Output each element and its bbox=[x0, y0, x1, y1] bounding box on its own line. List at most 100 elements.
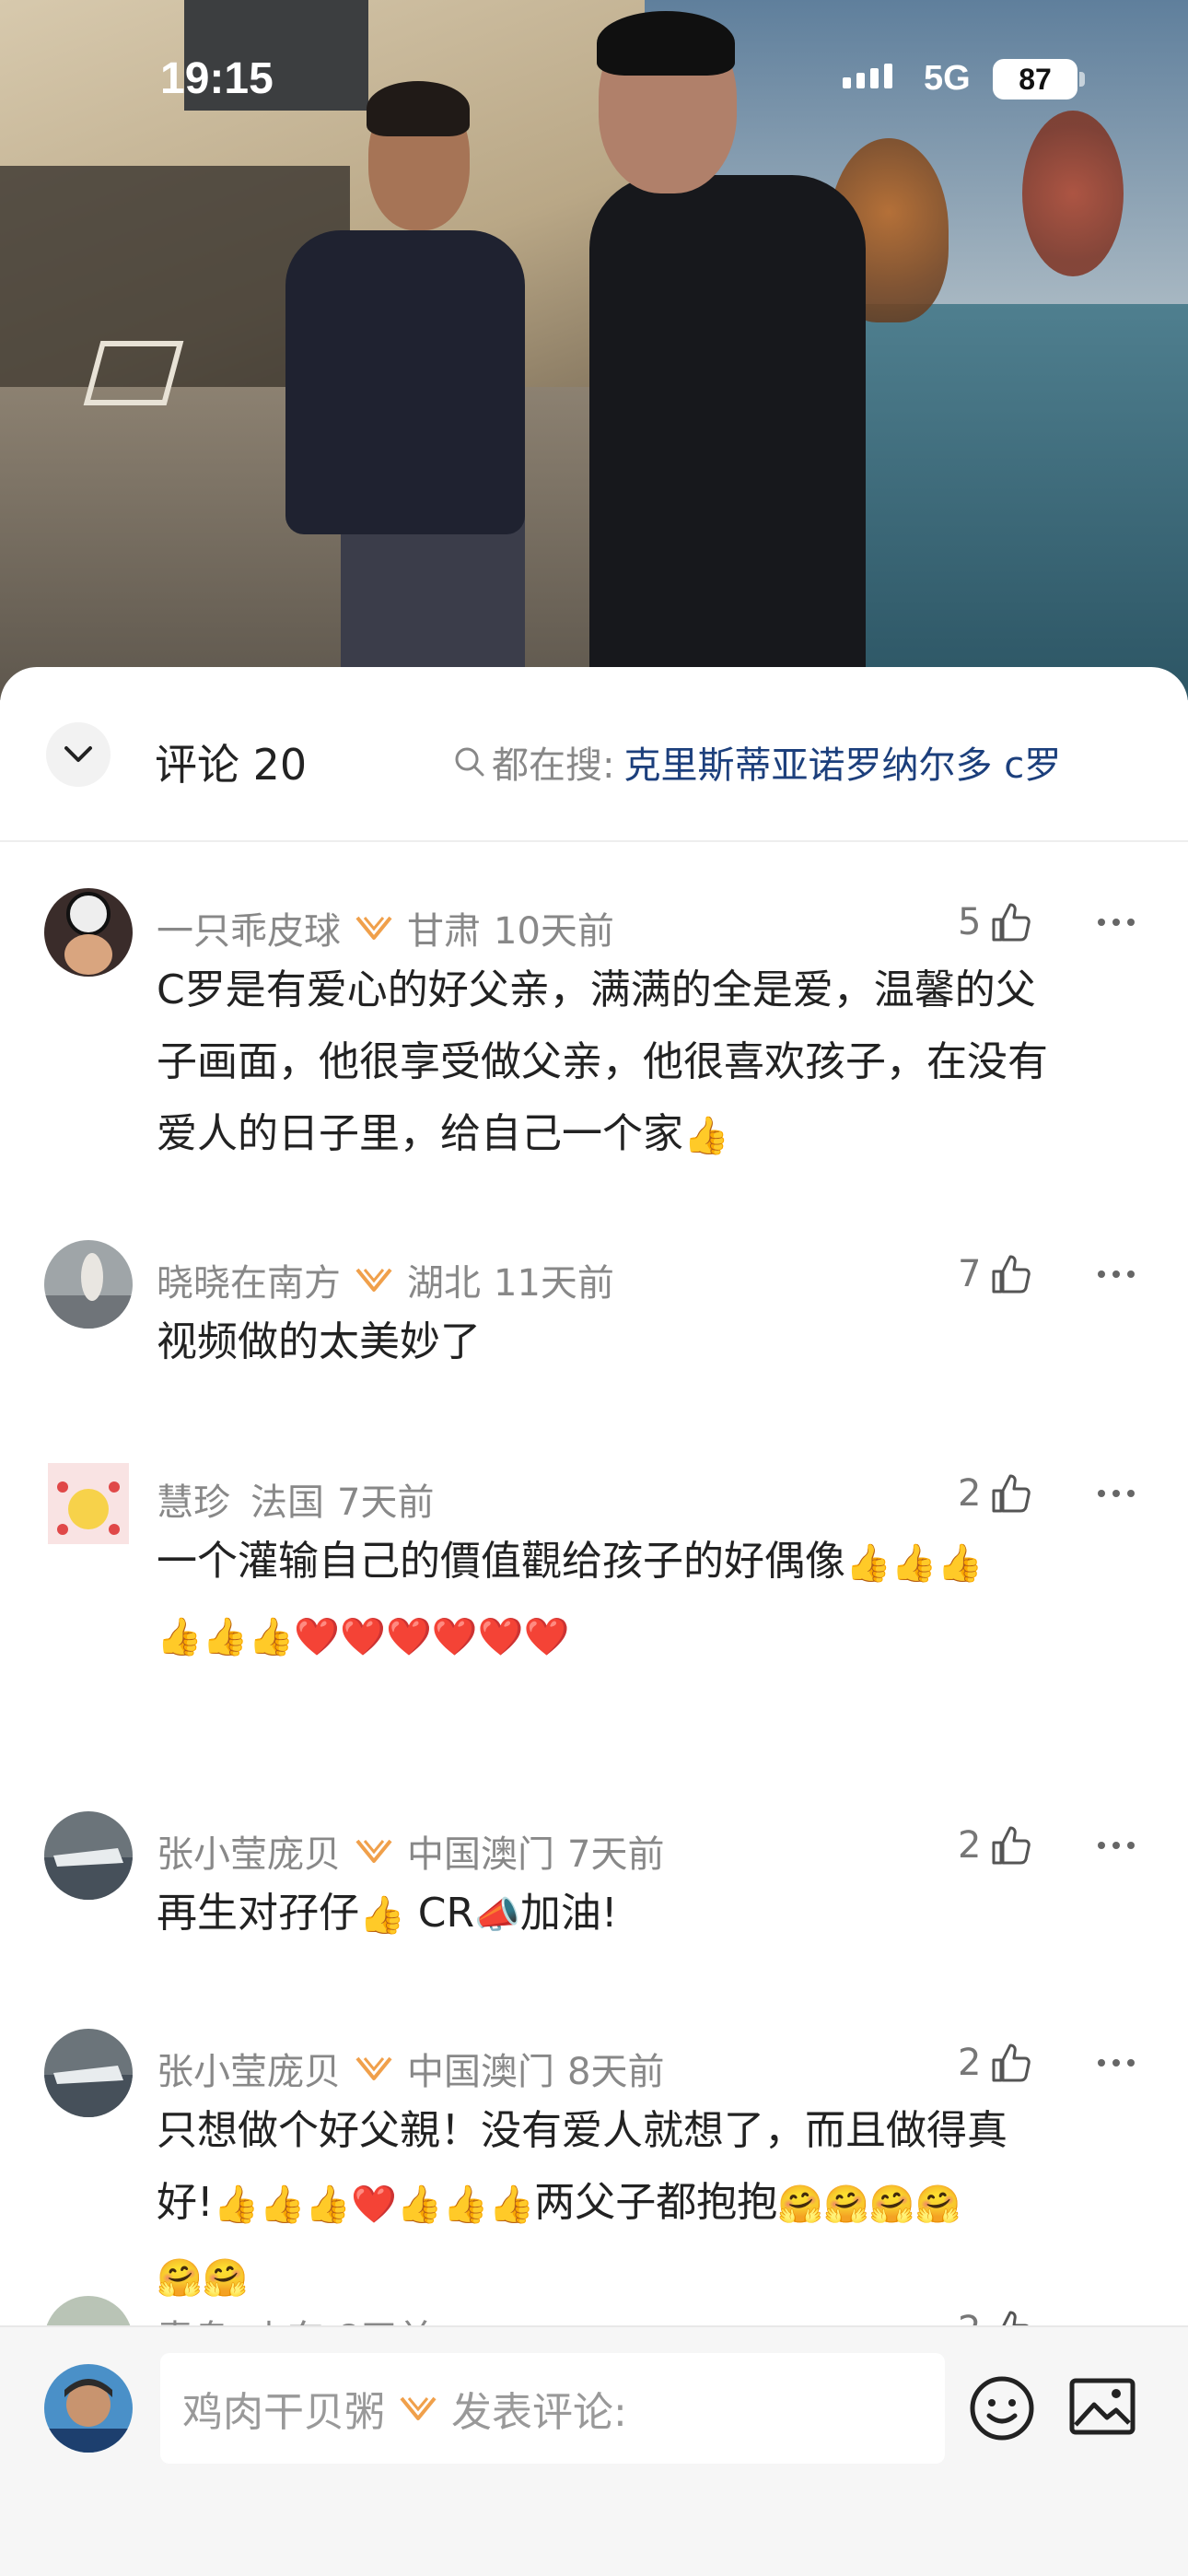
avatar[interactable] bbox=[44, 888, 133, 977]
comment-time: 8天前 bbox=[567, 2051, 665, 2093]
more-icon bbox=[1098, 1490, 1135, 1497]
comment-username[interactable]: 慧珍 bbox=[157, 1472, 230, 1526]
avatar[interactable] bbox=[44, 2029, 133, 2117]
more-button[interactable] bbox=[1096, 914, 1136, 931]
like-button[interactable]: 2 bbox=[958, 1472, 1032, 1515]
comment-location: 法国 bbox=[250, 1481, 324, 1524]
more-icon bbox=[1098, 2059, 1135, 2067]
more-icon bbox=[1098, 919, 1135, 926]
my-avatar[interactable] bbox=[44, 2364, 133, 2453]
video-person-left bbox=[285, 230, 525, 534]
comment-time: 7天前 bbox=[567, 1833, 665, 1876]
comment-text-line: C罗是有爱心的好父亲，满满的全是爱，温馨的父 bbox=[157, 966, 1036, 1013]
more-icon bbox=[1098, 1270, 1135, 1278]
comment-meta: 张小莹庞贝 中国澳门 8天前 bbox=[157, 2042, 664, 2095]
comment-username[interactable]: 一只乖皮球 bbox=[157, 901, 341, 954]
more-icon bbox=[1098, 1842, 1135, 1849]
vip-badge-icon bbox=[354, 1266, 394, 1294]
megaphone-emoji: 📣 bbox=[474, 1894, 520, 1937]
thumbs-up-icon bbox=[992, 1826, 1031, 1865]
like-count: 2 bbox=[958, 2042, 982, 2084]
vip-badge-icon bbox=[354, 2055, 394, 2082]
comment-text-line-wrap: 一个灌输自己的價值觀给孩子的好偶像 👍👍👍 bbox=[157, 1526, 1133, 1599]
emoji-icon bbox=[970, 2376, 1034, 2441]
network-type: 5G bbox=[924, 59, 971, 98]
emoji-line: 👍👍👍❤️❤️❤️❤️❤️❤️ bbox=[157, 1616, 570, 1658]
avatar[interactable] bbox=[44, 2296, 133, 2325]
hug-emoji-run: 🤗🤗🤗🤗 bbox=[777, 2184, 961, 2226]
comment-text-line: 子画面，他很享受做父亲，他很喜欢孩子，在没有 bbox=[157, 1038, 1048, 1085]
thumbs-up-emoji: 👍 bbox=[683, 1115, 729, 1157]
battery-level: 87 bbox=[993, 59, 1077, 100]
comment-text: 只想做个好父親！没有爱人就想了，而且做得真 好!👍👍👍❤️👍👍👍两父子都抱抱🤗🤗… bbox=[157, 2095, 1133, 2314]
video-player[interactable]: 19:15 5G 87 bbox=[0, 0, 1188, 700]
video-chair bbox=[83, 341, 184, 405]
search-icon bbox=[455, 747, 484, 777]
emoji-button[interactable] bbox=[969, 2375, 1035, 2445]
comment-username[interactable]: 张小莹庞贝 bbox=[157, 2042, 341, 2095]
like-count: 7 bbox=[958, 1253, 982, 1295]
collapse-button[interactable] bbox=[46, 722, 111, 787]
image-button[interactable] bbox=[1068, 2377, 1136, 2440]
avatar[interactable] bbox=[44, 1240, 133, 1329]
avatar[interactable] bbox=[44, 1459, 133, 1548]
comment-text: 视频做的太美妙了 bbox=[157, 1306, 1133, 1378]
thumbs-up-emoji: 👍 bbox=[359, 1894, 405, 1937]
comment-sheet: 评论 20 都在搜: 克里斯蒂亚诺罗纳尔多 c罗 一只乖皮球 甘肃 10天前 5 bbox=[0, 667, 1188, 2576]
like-count: 5 bbox=[958, 901, 982, 943]
like-button[interactable]: 2 bbox=[958, 2042, 1032, 2084]
comment-location: 中国澳门 bbox=[407, 1833, 554, 1876]
my-username: 鸡肉干贝粥 bbox=[182, 2389, 385, 2436]
more-button[interactable] bbox=[1096, 2055, 1136, 2072]
comment-meta: 张小莹庞贝 中国澳门 7天前 bbox=[157, 1824, 664, 1878]
comment-time: 11天前 bbox=[494, 1262, 614, 1305]
comment-text: 再生对孖仔👍 CR📣加油! bbox=[157, 1878, 1133, 1951]
like-count: 2 bbox=[958, 1824, 982, 1867]
like-count: 2 bbox=[958, 2309, 981, 2325]
comment-text-line: 一个灌输自己的價值觀给孩子的好偶像 bbox=[157, 1538, 845, 1585]
more-button[interactable] bbox=[1096, 1266, 1136, 1283]
comment-text-segment: 加油! bbox=[519, 1890, 618, 1937]
comment-username[interactable]: 青鸟 bbox=[157, 2309, 230, 2325]
comment-text-line: 爱人的日子里，给自己一个家 bbox=[157, 1110, 683, 1157]
vip-badge-icon bbox=[398, 2395, 438, 2422]
search-term-link[interactable]: 克里斯蒂亚诺罗纳尔多 c罗 bbox=[623, 735, 1061, 789]
comment-list[interactable]: 一只乖皮球 甘肃 10天前 5 C罗是有爱心的好父亲，满满的全是爱，温馨的父 子… bbox=[0, 842, 1188, 2325]
comment-text-line: 视频做的太美妙了 bbox=[157, 1318, 481, 1365]
comment-time: 10天前 bbox=[494, 910, 614, 953]
comment-text: C罗是有爱心的好父亲，满满的全是爱，温馨的父 子画面，他很享受做父亲，他很喜欢孩… bbox=[157, 954, 1133, 1172]
thumbs-up-icon bbox=[1002, 2311, 1030, 2325]
trending-search[interactable]: 都在搜: 克里斯蒂亚诺罗纳尔多 c罗 bbox=[453, 735, 1061, 789]
comment-text-line-wrap: 爱人的日子里，给自己一个家👍 bbox=[157, 1098, 1133, 1172]
comment-input-bar: 鸡肉干贝粥 发表评论: bbox=[0, 2325, 1188, 2576]
like-button[interactable]: 7 bbox=[958, 1253, 1032, 1295]
comment-text-line-wrap: 再生对孖仔👍 CR📣加油! bbox=[157, 1878, 1133, 1951]
video-person-left-hair bbox=[367, 81, 470, 136]
comment-location: 湖北 bbox=[407, 1262, 481, 1305]
comment-meta: 一只乖皮球 甘肃 10天前 bbox=[157, 901, 614, 954]
hug-emoji-run: 🤗🤗 bbox=[157, 2257, 249, 2300]
like-button[interactable]: 5 bbox=[958, 901, 1032, 943]
comment-location: 山东 bbox=[250, 2309, 324, 2325]
avatar[interactable] bbox=[44, 1811, 133, 1900]
more-button[interactable] bbox=[1096, 1837, 1136, 1855]
comment-text-line: 只想做个好父親！没有爱人就想了，而且做得真 bbox=[157, 2107, 1007, 2154]
status-time: 19:15 bbox=[160, 54, 274, 103]
like-button[interactable]: 2 bbox=[958, 2309, 1032, 2325]
comment-text-line-wrap: 好!👍👍👍❤️👍👍👍两父子都抱抱🤗🤗🤗🤗 bbox=[157, 2167, 1133, 2241]
comment-location: 中国澳门 bbox=[407, 2051, 554, 2093]
like-button[interactable]: 2 bbox=[958, 1824, 1032, 1867]
comment-username[interactable]: 张小莹庞贝 bbox=[157, 1824, 341, 1878]
video-person-right-hair bbox=[597, 11, 735, 76]
comment-input-placeholder: 发表评论: bbox=[451, 2389, 627, 2436]
battery-icon bbox=[1079, 72, 1085, 87]
emoji-run: 👍👍👍❤️👍👍👍 bbox=[213, 2184, 535, 2226]
signal-icon bbox=[843, 61, 892, 88]
comment-text-segment: CR bbox=[404, 1890, 475, 1937]
comment-text-segment: 两父子都抱抱 bbox=[534, 2179, 778, 2226]
comment-input[interactable]: 鸡肉干贝粥 发表评论: bbox=[160, 2353, 945, 2464]
search-label: 都在搜: bbox=[492, 744, 615, 787]
more-button[interactable] bbox=[1096, 1485, 1136, 1503]
comment-time: 7天前 bbox=[337, 1481, 435, 1524]
comment-username[interactable]: 晓晓在南方 bbox=[157, 1253, 341, 1306]
